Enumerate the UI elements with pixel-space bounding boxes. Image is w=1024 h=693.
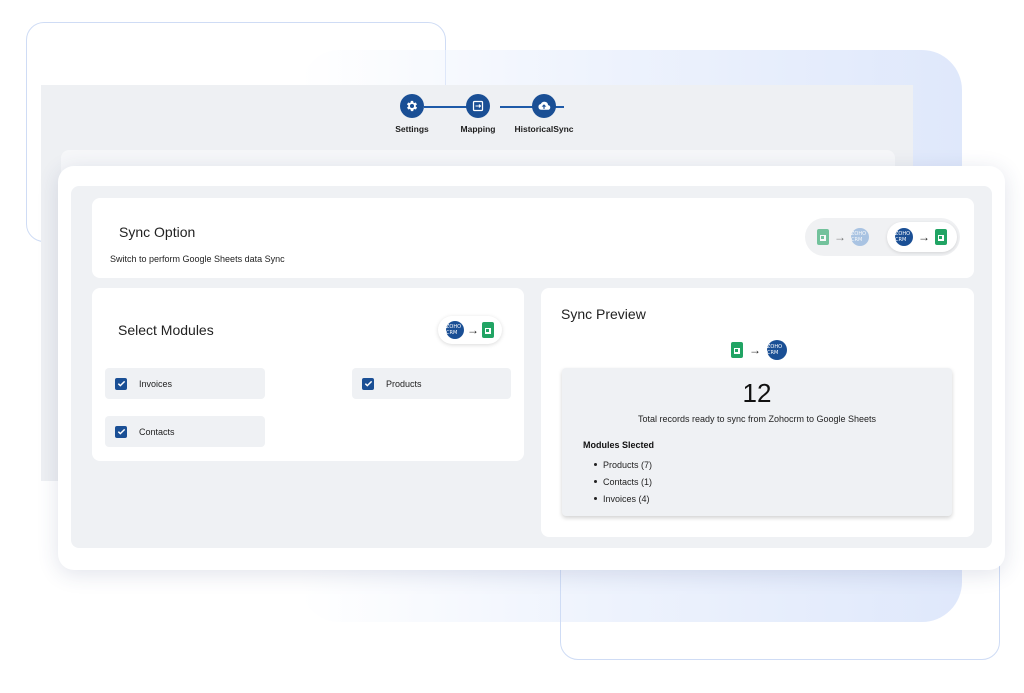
zoho-crm-icon: ZOHO CRM [895,228,913,246]
zoho-crm-icon: ZOHO CRM [851,228,869,246]
zoho-crm-icon: ZOHO CRM [446,321,464,339]
cloud-upload-icon [532,94,556,118]
checkbox[interactable] [115,377,127,390]
zoho-crm-icon: ZOHO CRM [767,340,787,360]
selected-modules-list: Products (7) Contacts (1) Invoices (4) [594,456,652,507]
google-sheets-icon [731,342,743,358]
checkbox[interactable] [115,425,127,438]
google-sheets-icon [482,322,494,338]
arrow-right-icon: → [749,343,761,357]
check-icon [117,380,125,387]
list-item-text: Invoices (4) [603,493,650,504]
modules-selected-heading: Modules Slected [583,440,655,450]
module-label: Invoices [139,378,173,389]
google-sheets-icon [935,229,947,245]
sync-option-title: Sync Option [119,224,196,240]
module-label: Products [386,378,422,389]
list-item-text: Products (7) [603,459,653,470]
list-item: Invoices (4) [594,490,652,507]
step-historical-sync[interactable]: HistoricalSync [504,94,584,134]
sync-option-description: Switch to perform Google Sheets data Syn… [110,254,285,264]
sync-summary: 12 Total records ready to sync from Zoho… [562,368,952,516]
google-sheets-icon [817,229,829,245]
check-icon [364,380,372,387]
module-invoices[interactable]: Invoices [105,368,265,399]
total-records-count: 12 [742,378,772,408]
list-item-text: Contacts (1) [603,476,653,487]
module-products[interactable]: Products [352,368,511,399]
checkbox[interactable] [362,377,374,390]
stepper: Settings Mapping HistoricalSync [380,94,710,142]
sync-preview-title: Sync Preview [561,306,646,322]
module-contacts[interactable]: Contacts [105,416,265,447]
check-icon [117,428,125,435]
gear-icon [400,94,424,118]
toggle-sheets-to-crm[interactable]: → ZOHO CRM [809,222,881,252]
total-records-description: Total records ready to sync from Zohocrm… [637,414,877,424]
list-item: Contacts (1) [594,473,652,490]
list-item: Products (7) [594,456,652,473]
step-label: HistoricalSync [514,124,574,134]
sync-direction-indicator: ZOHO CRM → [438,316,502,344]
mapping-icon [466,94,490,118]
preview-direction: → ZOHO CRM [731,340,787,360]
module-label: Contacts [139,426,175,437]
toggle-crm-to-sheets[interactable]: ZOHO CRM → [887,222,957,252]
arrow-right-icon: → [918,230,930,244]
sync-direction-toggle: → ZOHO CRM ZOHO CRM → [805,218,960,256]
arrow-right-icon: → [467,323,479,337]
arrow-right-icon: → [834,230,846,244]
select-modules-title: Select Modules [118,322,214,338]
